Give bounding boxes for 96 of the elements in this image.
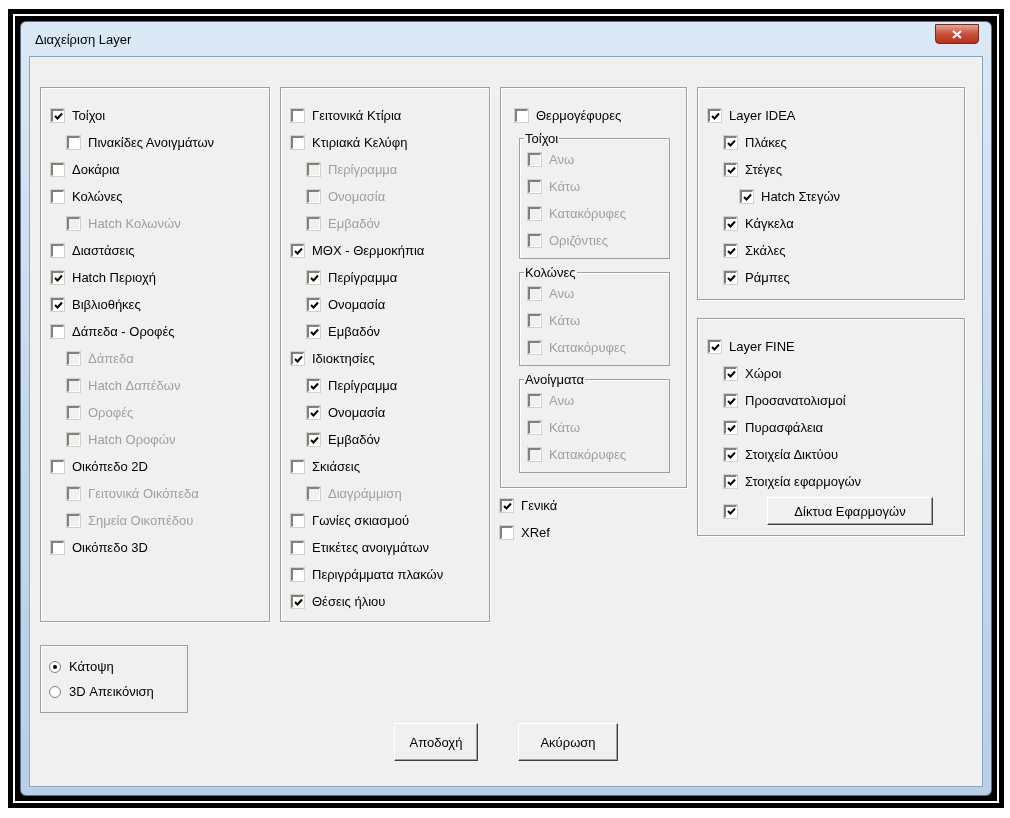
checkbox-label[interactable]: Κτιριακά Κελύφη <box>312 135 408 150</box>
checkbox[interactable] <box>724 163 737 176</box>
checkbox-label[interactable]: Layer FINE <box>729 339 795 354</box>
checkbox[interactable] <box>740 190 753 203</box>
checkbox-label[interactable]: Σκάλες <box>745 243 786 258</box>
checkbox-label[interactable]: Βιβλιοθήκες <box>72 297 141 312</box>
checkbox-label[interactable]: Τοίχοι <box>72 108 106 123</box>
checkbox[interactable] <box>67 136 80 149</box>
checkbox[interactable] <box>291 514 304 527</box>
dialog-button[interactable]: Ακύρωση <box>518 723 618 761</box>
window-title: Διαχείριση Layer <box>35 31 132 47</box>
checkbox-label[interactable]: Περιγράμματα πλακών <box>312 567 444 582</box>
radio-button[interactable] <box>49 660 61 673</box>
checkbox[interactable] <box>307 325 320 338</box>
checkbox[interactable] <box>708 109 721 122</box>
checkbox[interactable] <box>307 379 320 392</box>
checkbox[interactable] <box>291 568 304 581</box>
checkbox[interactable] <box>724 475 737 488</box>
checkbox-label[interactable]: Κάγκελα <box>745 216 794 231</box>
checkbox[interactable] <box>708 340 721 353</box>
checkbox-label[interactable]: Θέσεις ήλιου <box>312 594 386 609</box>
checkbox[interactable] <box>724 394 737 407</box>
checkbox[interactable] <box>51 244 64 257</box>
checkbox[interactable] <box>291 109 304 122</box>
checkbox[interactable] <box>724 136 737 149</box>
checkbox[interactable] <box>500 499 513 512</box>
checkbox[interactable] <box>307 298 320 311</box>
close-button[interactable] <box>935 24 979 44</box>
checkbox[interactable] <box>307 433 320 446</box>
checkbox[interactable] <box>500 526 513 539</box>
checkbox-label[interactable]: Στέγες <box>745 162 782 177</box>
checkbox[interactable] <box>51 163 64 176</box>
checkbox-label[interactable]: Οικόπεδο 2D <box>72 459 148 474</box>
checkbox-label[interactable]: Ιδιοκτησίες <box>312 351 375 366</box>
radio-label[interactable]: Κάτοψη <box>69 659 114 674</box>
checkbox-label[interactable]: Σκιάσεις <box>312 459 360 474</box>
checkbox-label[interactable]: Στοιχεία εφαρμογών <box>745 474 862 489</box>
checkbox-label[interactable]: ΜΘΧ - Θερμοκήπια <box>312 243 425 258</box>
checkbox-label[interactable]: Χώροι <box>745 366 782 381</box>
checkbox-label[interactable]: Θερμογέφυρες <box>536 108 622 123</box>
checkbox[interactable] <box>291 595 304 608</box>
checkbox[interactable] <box>724 217 737 230</box>
checkbox[interactable] <box>51 325 64 338</box>
checkbox-label[interactable]: Στοιχεία Δικτύου <box>745 447 839 462</box>
group-label: Ανοίγματα <box>524 372 586 387</box>
checkbox-label[interactable]: Layer IDEA <box>729 108 796 123</box>
checkbox[interactable] <box>307 271 320 284</box>
checkbox-label[interactable]: Hatch Περιοχή <box>72 270 156 285</box>
checkbox-label[interactable]: Πλάκες <box>745 135 787 150</box>
checkbox-label[interactable]: Δοκάρια <box>72 162 120 177</box>
checkbox[interactable] <box>51 271 64 284</box>
group-label: Τοίχοι <box>524 131 560 146</box>
checkbox-label[interactable]: Πινακίδες Ανοιγμάτων <box>88 135 215 150</box>
radio-label[interactable]: 3D Απεικόνιση <box>69 684 154 699</box>
checkbox-label[interactable]: Περίγραμμα <box>328 378 398 393</box>
checkbox-label[interactable]: Πυρασφάλεια <box>745 420 824 435</box>
group-label: Κολώνες <box>524 265 577 280</box>
checkbox[interactable] <box>724 448 737 461</box>
checkbox-label[interactable]: Εμβαδόν <box>328 432 381 447</box>
checkbox-label[interactable]: Ετικέτες ανοιγμάτων <box>312 540 430 555</box>
close-icon <box>952 29 962 39</box>
checkbox[interactable] <box>515 109 528 122</box>
checkbox-label[interactable]: Εμβαδόν <box>328 324 381 339</box>
checkbox-label[interactable]: Γωνίες σκιασμού <box>312 513 410 528</box>
checkbox-label[interactable]: Hatch Στεγών <box>761 189 841 204</box>
checkbox[interactable] <box>51 109 64 122</box>
checkbox-label[interactable]: Γενικά <box>521 498 558 513</box>
checkbox[interactable] <box>724 367 737 380</box>
checkbox[interactable] <box>291 460 304 473</box>
checkbox[interactable] <box>51 190 64 203</box>
checkbox-label[interactable]: Κολώνες <box>72 189 123 204</box>
checkbox[interactable] <box>291 136 304 149</box>
checkbox-label[interactable]: Οικόπεδο 3D <box>72 540 148 555</box>
checkbox-label[interactable]: Δάπεδα - Οροφές <box>72 324 175 339</box>
checkbox[interactable] <box>51 298 64 311</box>
checkbox-label[interactable]: Ονομασία <box>328 405 386 420</box>
checkbox[interactable] <box>51 541 64 554</box>
checkbox[interactable] <box>291 352 304 365</box>
radio-button[interactable] <box>49 685 61 698</box>
networks-button[interactable]: Δίκτυα Εφαρμογών <box>767 497 933 525</box>
checkbox[interactable] <box>291 541 304 554</box>
checkbox-label[interactable]: Ράμπες <box>745 270 790 285</box>
checkbox[interactable] <box>291 244 304 257</box>
checkbox[interactable] <box>724 271 737 284</box>
checkbox[interactable] <box>307 406 320 419</box>
dialog-button[interactable]: Αποδοχή <box>394 723 478 761</box>
checkbox[interactable] <box>51 460 64 473</box>
checkbox-label[interactable]: Προσανατολισμοί <box>745 393 846 408</box>
checkbox-label[interactable]: Περίγραμμα <box>328 270 398 285</box>
checkbox[interactable] <box>724 244 737 257</box>
checkbox-label[interactable]: XRef <box>521 525 550 540</box>
checkbox[interactable] <box>724 504 737 518</box>
checkbox-label[interactable]: Ονομασία <box>328 297 386 312</box>
checkbox[interactable] <box>724 421 737 434</box>
checkbox-label[interactable]: Γειτονικά Κτίρια <box>312 108 402 123</box>
checkbox-label[interactable]: Διαστάσεις <box>72 243 135 258</box>
